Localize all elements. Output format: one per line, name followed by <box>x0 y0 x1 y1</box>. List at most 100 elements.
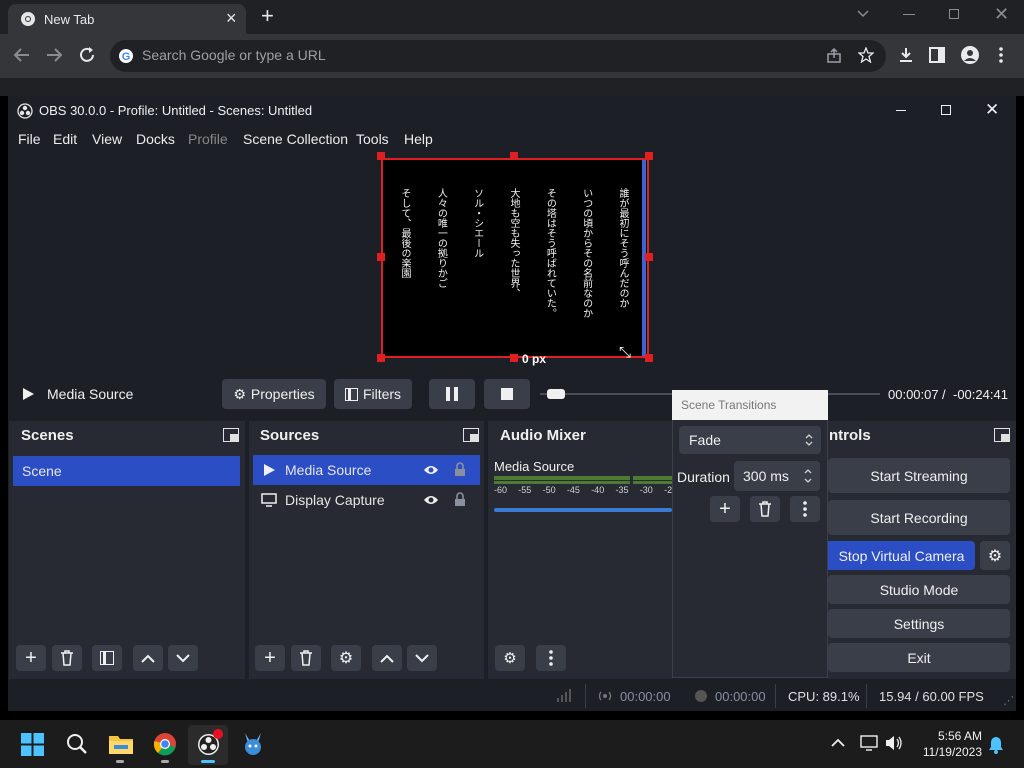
obs-titlebar: OBS 30.0.0 - Profile: Untitled - Scenes:… <box>8 96 1016 126</box>
clock-time[interactable]: 5:56 AM <box>936 729 982 743</box>
lock-icon[interactable] <box>454 492 466 507</box>
tab-close-icon[interactable]: × <box>226 8 237 29</box>
move-scene-up-button[interactable] <box>133 645 163 671</box>
virtual-camera-settings-button[interactable]: ⚙ <box>980 541 1010 570</box>
source-list-item[interactable]: Display Capture <box>253 485 480 515</box>
preview-canvas[interactable]: 誰が最初にそう呼んだのか いつの頃からその名前なのか その塔はそう呼ばれていた。 大地… <box>381 158 649 358</box>
remove-scene-button[interactable] <box>52 645 82 671</box>
menu-tools[interactable]: Tools <box>356 131 389 147</box>
menu-help[interactable]: Help <box>404 131 433 147</box>
controls-dock-title: ntrols <box>829 427 871 444</box>
volume-slider[interactable] <box>494 508 672 512</box>
source-properties-button[interactable]: ⚙ <box>331 645 361 671</box>
transition-menu-button[interactable] <box>790 496 820 522</box>
network-icon[interactable] <box>860 735 878 751</box>
resize-handle-tr[interactable] <box>645 152 653 160</box>
side-panel-icon[interactable] <box>929 47 945 63</box>
add-source-button[interactable]: + <box>255 645 285 671</box>
windows-start-icon[interactable] <box>21 733 44 756</box>
notification-bell-icon[interactable] <box>988 736 1004 754</box>
obs-close-icon[interactable]: ✕ <box>985 100 999 120</box>
volume-icon[interactable] <box>885 735 903 751</box>
menu-edit[interactable]: Edit <box>53 131 77 147</box>
remove-transition-button[interactable] <box>750 496 780 522</box>
mixer-menu-button[interactable] <box>536 645 566 671</box>
menu-profile[interactable]: Profile <box>188 131 228 147</box>
stop-virtual-camera-button[interactable]: Stop Virtual Camera <box>828 541 975 570</box>
back-icon[interactable] <box>13 47 31 63</box>
studio-mode-button[interactable]: Studio Mode <box>828 575 1010 604</box>
undock-icon[interactable] <box>223 428 239 442</box>
menu-view[interactable]: View <box>92 131 122 147</box>
search-icon[interactable] <box>66 733 88 755</box>
signal-bars-icon <box>557 689 571 702</box>
obs-taskbar-button[interactable] <box>188 725 228 765</box>
lock-icon[interactable] <box>454 462 466 477</box>
resize-cursor-icon: ⤡ <box>619 344 632 361</box>
chrome-taskbar-icon[interactable] <box>153 732 177 756</box>
resize-handle-r[interactable] <box>645 253 653 261</box>
menu-file[interactable]: File <box>18 131 41 147</box>
start-streaming-button[interactable]: Start Streaming <box>828 458 1010 493</box>
size-grip-icon[interactable]: ⋰ <box>1003 694 1014 707</box>
scene-list-item[interactable]: Scene <box>13 456 240 486</box>
move-source-down-button[interactable] <box>407 645 437 671</box>
download-icon[interactable] <box>897 46 915 64</box>
obs-minimize-icon[interactable] <box>896 110 906 111</box>
clock-date[interactable]: 11/19/2023 <box>919 745 982 759</box>
restore-icon[interactable] <box>949 9 959 19</box>
share-icon[interactable] <box>826 48 842 64</box>
file-explorer-icon[interactable] <box>108 733 134 755</box>
move-source-up-button[interactable] <box>372 645 402 671</box>
pause-button[interactable] <box>429 379 475 409</box>
chevron-down-icon[interactable] <box>856 9 870 19</box>
menu-scene-collection[interactable]: Scene Collection <box>243 131 348 147</box>
close-window-icon[interactable]: ✕ <box>994 4 1009 25</box>
reload-icon[interactable] <box>78 46 96 64</box>
filters-button[interactable]: Filters <box>334 379 412 409</box>
spin-arrows-icon[interactable] <box>803 468 813 484</box>
properties-button[interactable]: ⚙ Properties <box>222 379 326 409</box>
chevron-up-icon[interactable] <box>831 738 845 748</box>
rabbit-app-icon[interactable] <box>240 731 266 757</box>
move-scene-down-button[interactable] <box>168 645 198 671</box>
duration-spinbox[interactable]: 300 ms <box>734 461 820 491</box>
resize-handle-br[interactable] <box>645 354 653 362</box>
add-scene-button[interactable]: + <box>16 645 46 671</box>
chrome-menu-icon[interactable] <box>998 46 1004 64</box>
remove-source-button[interactable] <box>291 645 321 671</box>
mixer-settings-button[interactable]: ⚙ <box>495 645 525 671</box>
undock-icon[interactable] <box>994 428 1010 442</box>
active-indicator <box>201 760 215 763</box>
address-bar[interactable]: G Search Google or type a URL <box>110 40 886 72</box>
star-icon[interactable] <box>858 47 874 63</box>
forward-icon[interactable] <box>45 47 63 63</box>
menu-docks[interactable]: Docks <box>136 131 175 147</box>
scene-filters-button[interactable] <box>92 645 122 671</box>
resize-handle-b[interactable] <box>510 354 518 362</box>
stop-button[interactable] <box>484 379 530 409</box>
transition-select[interactable]: Fade <box>679 426 821 454</box>
resize-handle-tl[interactable] <box>377 152 385 160</box>
media-seek-thumb[interactable] <box>546 389 565 399</box>
source-list-item[interactable]: Media Source <box>253 455 480 485</box>
resize-handle-bl[interactable] <box>377 354 385 362</box>
poem-line: そして、最後の楽園 <box>399 188 410 278</box>
minimize-icon[interactable] <box>903 14 915 15</box>
resize-handle-l[interactable] <box>377 253 385 261</box>
profile-icon[interactable] <box>960 45 980 65</box>
exit-button[interactable]: Exit <box>828 643 1010 672</box>
eye-icon[interactable] <box>423 494 439 506</box>
resize-handle-t[interactable] <box>510 152 518 160</box>
audio-mixer-title: Audio Mixer <box>500 427 586 444</box>
eye-icon[interactable] <box>423 464 439 476</box>
new-tab-button[interactable]: + <box>261 3 274 29</box>
obs-maximize-icon[interactable] <box>941 105 951 115</box>
play-icon[interactable] <box>21 387 35 401</box>
start-recording-button[interactable]: Start Recording <box>828 500 1010 535</box>
undock-icon[interactable] <box>463 428 479 442</box>
settings-button[interactable]: Settings <box>828 609 1010 638</box>
tab-new-tab[interactable]: New Tab × <box>8 4 246 34</box>
status-divider <box>775 684 776 708</box>
add-transition-button[interactable]: + <box>710 496 740 522</box>
